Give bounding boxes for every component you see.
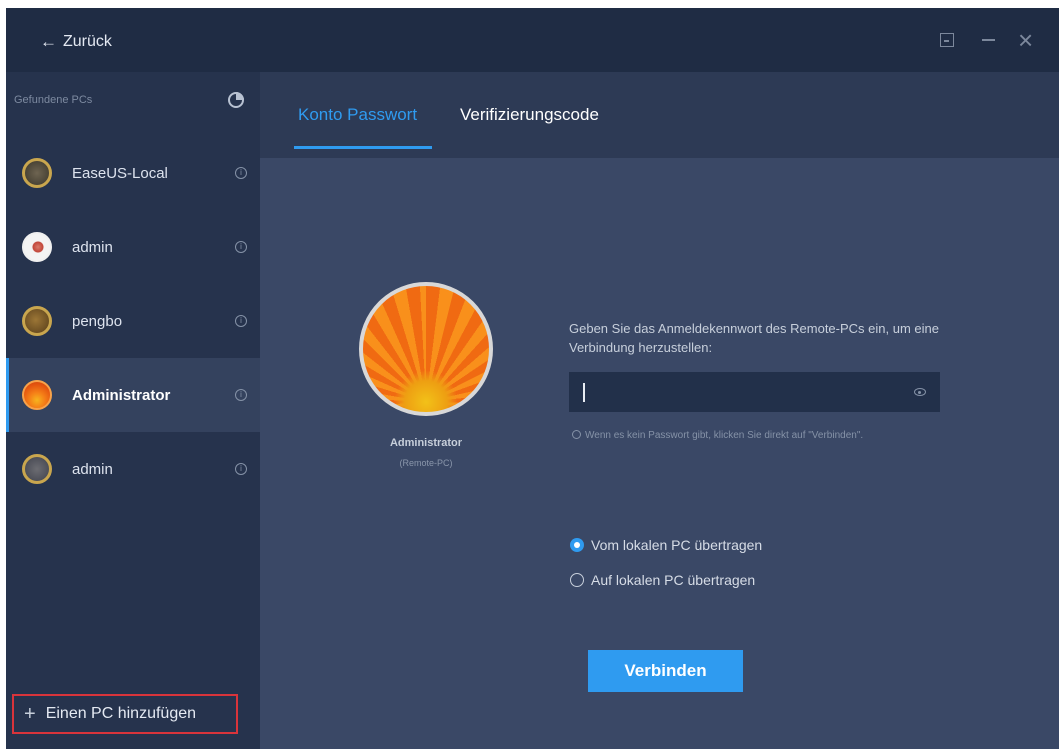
option-label: Auf lokalen PC übertragen (591, 572, 756, 588)
restore-icon[interactable] (940, 33, 954, 47)
pc-name: admin (72, 460, 113, 478)
close-icon[interactable]: × (1018, 25, 1033, 55)
sidebar-item-admin[interactable]: admin i (6, 210, 260, 284)
sidebar: Gefundene PCs EaseUS-Local i admin i pen… (6, 72, 260, 749)
pc-avatar (22, 232, 52, 262)
sidebar-title: Gefundene PCs (14, 94, 93, 106)
sidebar-item-pengbo[interactable]: pengbo i (6, 284, 260, 358)
sidebar-item-administrator[interactable]: Administrator i (6, 358, 260, 432)
connect-button[interactable]: Verbinden (588, 650, 743, 692)
radio-unchecked-icon[interactable] (570, 573, 584, 587)
password-hint: Wenn es kein Passwort gibt, klicken Sie … (572, 428, 942, 444)
radio-checked-icon[interactable] (570, 538, 584, 552)
add-pc-label: Einen PC hinzufügen (45, 705, 197, 722)
option-auf-lokalen-pc[interactable]: Auf lokalen PC übertragen (570, 572, 755, 588)
remote-user-name: Administrator (389, 437, 463, 449)
info-icon[interactable]: i (235, 241, 247, 253)
sidebar-item-admin-2[interactable]: admin i (6, 432, 260, 506)
back-arrow-icon: ← (40, 32, 57, 51)
minimize-icon[interactable] (982, 39, 995, 41)
pc-name: Administrator (72, 386, 171, 404)
tab-konto-passwort[interactable]: Konto Passwort (298, 105, 417, 125)
info-icon[interactable]: i (235, 389, 247, 401)
active-tab-indicator (294, 146, 432, 149)
remote-user-avatar (359, 282, 493, 416)
info-icon (572, 430, 581, 439)
option-vom-lokalen-pc[interactable]: Vom lokalen PC übertragen (570, 537, 762, 553)
password-input[interactable] (569, 372, 940, 412)
option-label: Vom lokalen PC übertragen (591, 537, 763, 553)
info-icon[interactable]: i (235, 167, 247, 179)
back-button[interactable]: ← Zurück (40, 32, 112, 52)
hint-text: Wenn es kein Passwort gibt, klicken Sie … (585, 430, 864, 441)
pc-avatar (22, 454, 52, 484)
pc-avatar (22, 158, 52, 188)
add-pc-button[interactable]: + Einen PC hinzufügen (12, 694, 238, 734)
title-bar: ← Zurück × (6, 8, 1059, 72)
back-label: Zurück (63, 33, 112, 50)
info-icon[interactable]: i (235, 315, 247, 327)
pc-name: EaseUS-Local (72, 164, 168, 182)
pc-name: admin (72, 238, 113, 256)
password-prompt: Geben Sie das Anmeldekennwort des Remote… (569, 321, 939, 355)
text-caret (583, 383, 585, 402)
refresh-icon[interactable] (228, 92, 244, 108)
remote-user-subtitle: (Remote-PC) (399, 458, 453, 468)
tab-verifizierungscode[interactable]: Verifizierungscode (460, 105, 599, 125)
tab-bar: Konto Passwort Verifizierungscode (260, 72, 1059, 158)
pc-avatar (22, 306, 52, 336)
pc-name: pengbo (72, 312, 123, 330)
plus-icon: + (24, 702, 36, 725)
info-icon[interactable]: i (235, 463, 247, 475)
sidebar-item-easeus-local[interactable]: EaseUS-Local i (6, 136, 260, 210)
eye-icon[interactable] (914, 388, 926, 396)
pc-avatar (22, 380, 52, 410)
